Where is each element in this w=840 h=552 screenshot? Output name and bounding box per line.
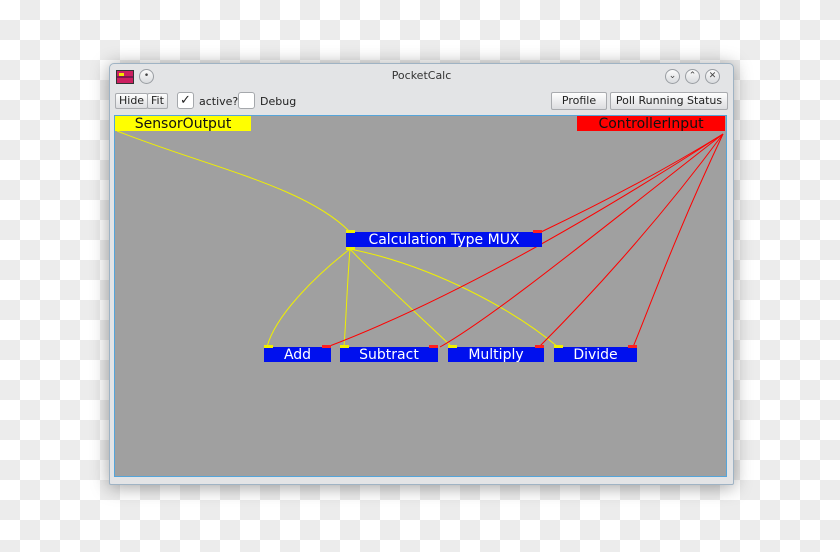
controller-input-node[interactable]: ControllerInput <box>577 116 725 131</box>
active-checkbox[interactable]: ✓ <box>177 92 194 109</box>
add-input-port[interactable] <box>264 345 273 348</box>
debug-checkbox[interactable] <box>238 92 255 109</box>
fit-button[interactable]: Fit <box>147 93 168 109</box>
multiply-control-port[interactable] <box>535 345 544 348</box>
mux-output-port[interactable] <box>346 247 355 250</box>
divide-input-port[interactable] <box>554 345 563 348</box>
data-wire <box>266 248 351 348</box>
title-bar[interactable]: • PocketCalc ⌄ ⌃ ✕ <box>110 64 733 89</box>
control-wire <box>540 133 724 233</box>
subtract-input-port[interactable] <box>340 345 349 348</box>
poll-running-status-button[interactable]: Poll Running Status <box>610 92 728 110</box>
divide-node[interactable]: Divide <box>554 347 637 362</box>
add-control-port[interactable] <box>322 345 331 348</box>
profile-button[interactable]: Profile <box>551 92 607 110</box>
close-button[interactable]: ✕ <box>705 69 720 84</box>
multiply-input-port[interactable] <box>448 345 457 348</box>
active-label: active? <box>199 95 239 108</box>
hide-button[interactable]: Hide <box>115 93 149 109</box>
data-wire <box>343 248 351 348</box>
wire-layer <box>116 130 724 348</box>
add-node[interactable]: Add <box>264 347 331 362</box>
debug-label: Debug <box>260 95 297 108</box>
minimize-button[interactable]: ⌄ <box>665 69 680 84</box>
subtract-control-port[interactable] <box>429 345 438 348</box>
multiply-node[interactable]: Multiply <box>448 347 544 362</box>
graph-canvas[interactable]: SensorOutput ControllerInput Calculation… <box>114 115 727 477</box>
data-wire <box>349 248 559 348</box>
mux-input-port[interactable] <box>346 230 355 233</box>
subtract-node[interactable]: Subtract <box>340 347 438 362</box>
control-wire <box>538 133 724 348</box>
mux-control-port[interactable] <box>533 230 542 233</box>
data-wire <box>116 130 351 233</box>
data-wire <box>349 248 453 348</box>
maximize-button[interactable]: ⌃ <box>685 69 700 84</box>
window-title: PocketCalc <box>391 69 452 82</box>
pocketcalc-window: • PocketCalc ⌄ ⌃ ✕ Hide Fit ✓ active? De… <box>109 63 734 485</box>
calculation-type-mux-node[interactable]: Calculation Type MUX <box>346 232 542 247</box>
divide-control-port[interactable] <box>628 345 637 348</box>
control-wire <box>632 133 724 348</box>
sensor-output-node[interactable]: SensorOutput <box>115 116 251 131</box>
